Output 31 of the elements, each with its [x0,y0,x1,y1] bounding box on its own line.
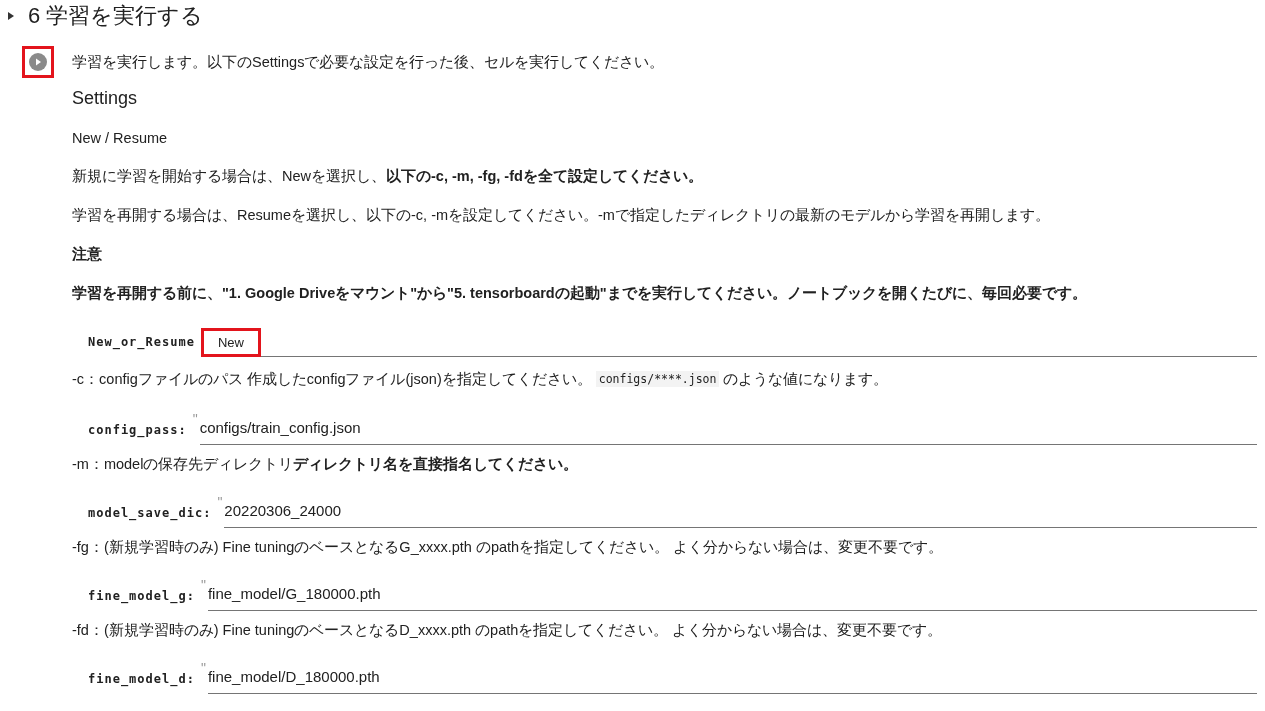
quote-mark: " [200,660,206,676]
paragraph-text: New / Resume [72,128,169,148]
description-text: 学習を実行します。以下のSettingsで必要な設定を行った後、セルを実行してください。 [72,52,665,72]
paragraph-text: 新規に学習を開始する場合は、Newを選択し、以下の-c, -m, -fg, -fdを全て設定してください。 [72,167,704,186]
paragraph-text: -m：modelの保存先ディレクトリディレクトリ名を直接指名してください。 [72,455,580,474]
quote-mark: " [200,577,206,593]
input-field[interactable]: fine_model/D_180000.pth [207,664,1257,694]
settings-heading: Settings [72,86,139,110]
section-title: 6 学習を実行する [28,2,204,30]
field-label: model_save_dic: [88,506,212,523]
paragraph-text: のような値になります。 [723,369,889,389]
paragraph-text: 注意 [72,245,103,264]
play-icon [29,53,47,71]
paragraph-text: 学習を再開する前に、"1. Google Driveをマウント"から"5. tensorboardの起動"までを実行してください。ノートブックを開くたびに、毎回必要です。 [72,284,1088,303]
quote-mark: " [192,411,198,427]
paragraph-text: -fg：(新規学習時のみ) Fine tuningのベースとなるG_xxxx.pth のpathを指定してください。 よく分からない場合は、変更不要です。 [72,538,945,557]
field-label: New_or_Resume [88,335,195,352]
input-field[interactable]: fine_model/G_180000.pth [207,581,1257,611]
dropdown[interactable]: New [200,328,261,357]
inline-code: configs/****.json [595,371,720,387]
field-label: fine_model_g: [88,589,195,606]
quote-mark: " [217,494,223,510]
field-label: config_pass: [88,423,187,440]
paragraph-text: -fd：(新規学習時のみ) Fine tuningのベースとなるD_xxxx.pth のpathを指定してください。 よく分からない場合は、変更不要です。 [72,621,944,640]
run-button[interactable] [22,46,54,78]
paragraph-text: 学習を再開する場合は、Resumeを選択し、以下の-c, -mを設定してください。-mで指定したディレクトリの最新のモデルから学習を再開します。 [72,206,1051,225]
input-field[interactable]: 20220306_24000 [224,498,1257,528]
field-label: fine_model_d: [88,672,195,689]
input-field[interactable]: configs/train_config.json [199,415,1257,445]
caret-icon[interactable] [8,11,14,21]
paragraph-text: -c：configファイルのパス 作成したconfigファイル(json)を指定してください。 [72,369,592,389]
